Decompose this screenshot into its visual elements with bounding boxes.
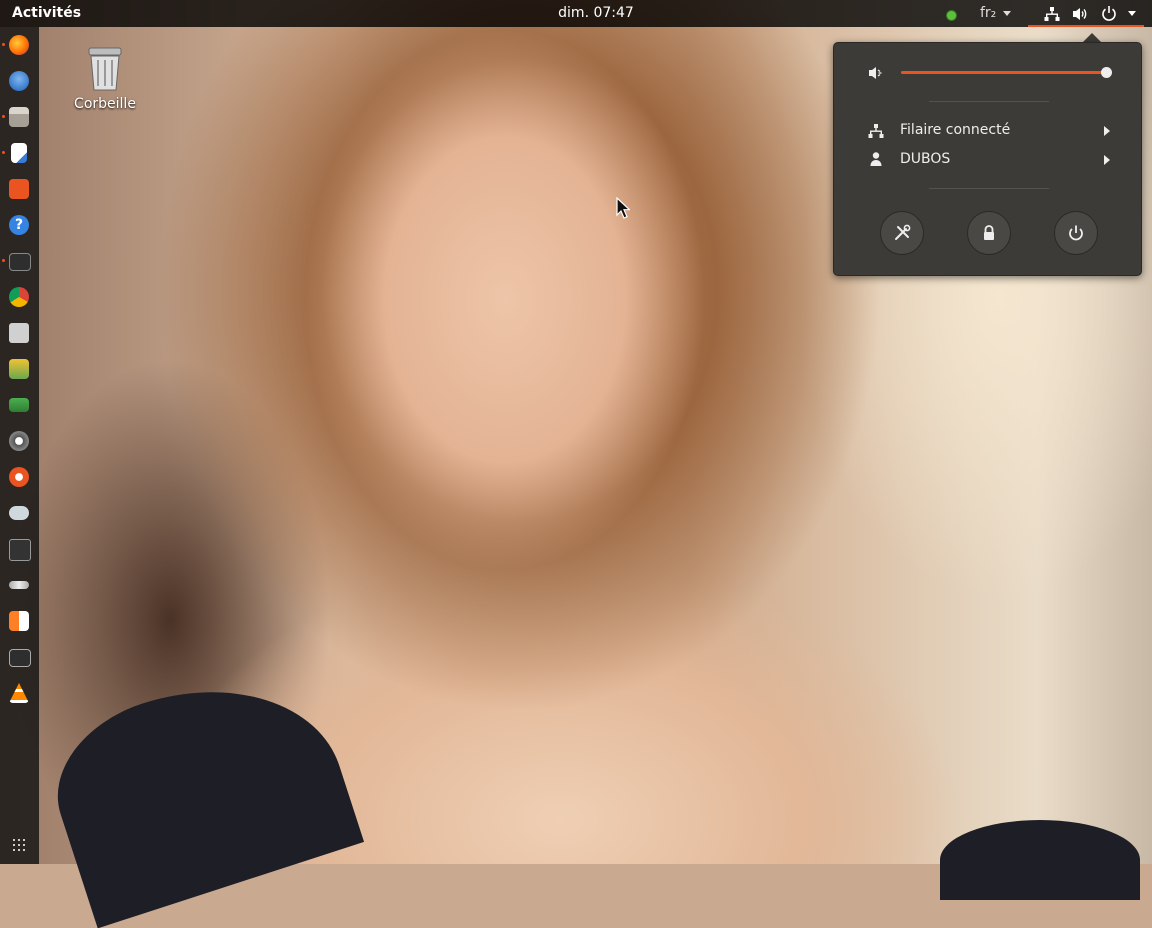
trash-icon	[88, 47, 122, 91]
keyboard-layout-button[interactable]: fr₂	[980, 5, 996, 21]
power-off-button[interactable]	[1054, 211, 1098, 255]
system-settings-icon[interactable]	[9, 431, 29, 451]
menu-pointer	[1083, 33, 1101, 42]
satellite-icon[interactable]	[9, 581, 29, 589]
network-wired-icon	[868, 124, 884, 138]
terminal-icon[interactable]	[9, 253, 31, 271]
network-menu-item[interactable]: Filaire connecté	[834, 117, 1139, 145]
system-monitor-icon[interactable]	[9, 649, 31, 667]
settings-icon	[895, 224, 911, 240]
settings-button[interactable]	[880, 211, 924, 255]
trash-desktop-icon[interactable]: Corbeille	[72, 46, 138, 112]
running-indicator	[2, 43, 5, 46]
screenshot-icon[interactable]	[9, 323, 29, 343]
running-indicator	[2, 151, 5, 154]
lock-button[interactable]	[967, 211, 1011, 255]
sage-icon[interactable]	[9, 398, 29, 412]
clock-button[interactable]: dim. 07:47	[558, 5, 634, 21]
thunderbird-icon[interactable]	[9, 71, 29, 91]
separator	[929, 101, 1049, 102]
user-label: DUBOS	[900, 151, 951, 167]
chevron-right-icon	[1104, 155, 1110, 165]
image-viewer-icon[interactable]	[9, 359, 29, 379]
volume-slider-handle[interactable]	[1101, 67, 1112, 78]
system-menu-button[interactable]	[1028, 0, 1144, 27]
chevron-right-icon	[1104, 126, 1110, 136]
volume-slider[interactable]	[901, 65, 1115, 81]
libreoffice-writer-icon[interactable]	[11, 143, 27, 163]
dock: ?	[0, 27, 39, 864]
trash-label: Corbeille	[74, 96, 136, 112]
files-icon[interactable]	[9, 107, 29, 127]
network-label: Filaire connecté	[900, 122, 1011, 138]
gear-app-icon[interactable]	[9, 467, 29, 487]
power-off-icon	[1069, 225, 1083, 241]
volume-muted-icon	[869, 67, 882, 79]
camera-icon[interactable]	[9, 539, 31, 561]
volume-slider-track	[901, 71, 1106, 74]
vlc-icon[interactable]	[9, 683, 29, 703]
top-bar: Activités dim. 07:47 fr₂	[0, 0, 1152, 27]
running-indicator	[2, 115, 5, 118]
network-wired-icon	[1044, 7, 1060, 21]
running-indicator	[2, 259, 5, 262]
chevron-down-icon	[1128, 11, 1136, 16]
volume-icon	[1073, 8, 1087, 20]
separator	[929, 188, 1049, 189]
wallpaper-detail	[940, 820, 1140, 900]
power-icon	[1102, 6, 1116, 21]
grid-icon[interactable]	[9, 837, 29, 853]
firefox-icon[interactable]	[9, 35, 29, 55]
software-center-icon[interactable]	[9, 179, 29, 199]
game-controller-icon[interactable]	[9, 506, 29, 520]
update-indicator-icon[interactable]	[946, 10, 957, 21]
user-icon	[870, 152, 882, 166]
help-icon[interactable]: ?	[9, 215, 29, 235]
mouse-cursor-icon	[616, 197, 630, 219]
drawing-app-icon[interactable]	[9, 611, 29, 631]
lock-icon	[984, 225, 994, 240]
chevron-down-icon	[1003, 11, 1011, 16]
user-menu-item[interactable]: DUBOS	[834, 146, 1139, 174]
system-menu: Filaire connecté DUBOS	[833, 42, 1142, 276]
chromium-icon[interactable]	[9, 287, 29, 307]
